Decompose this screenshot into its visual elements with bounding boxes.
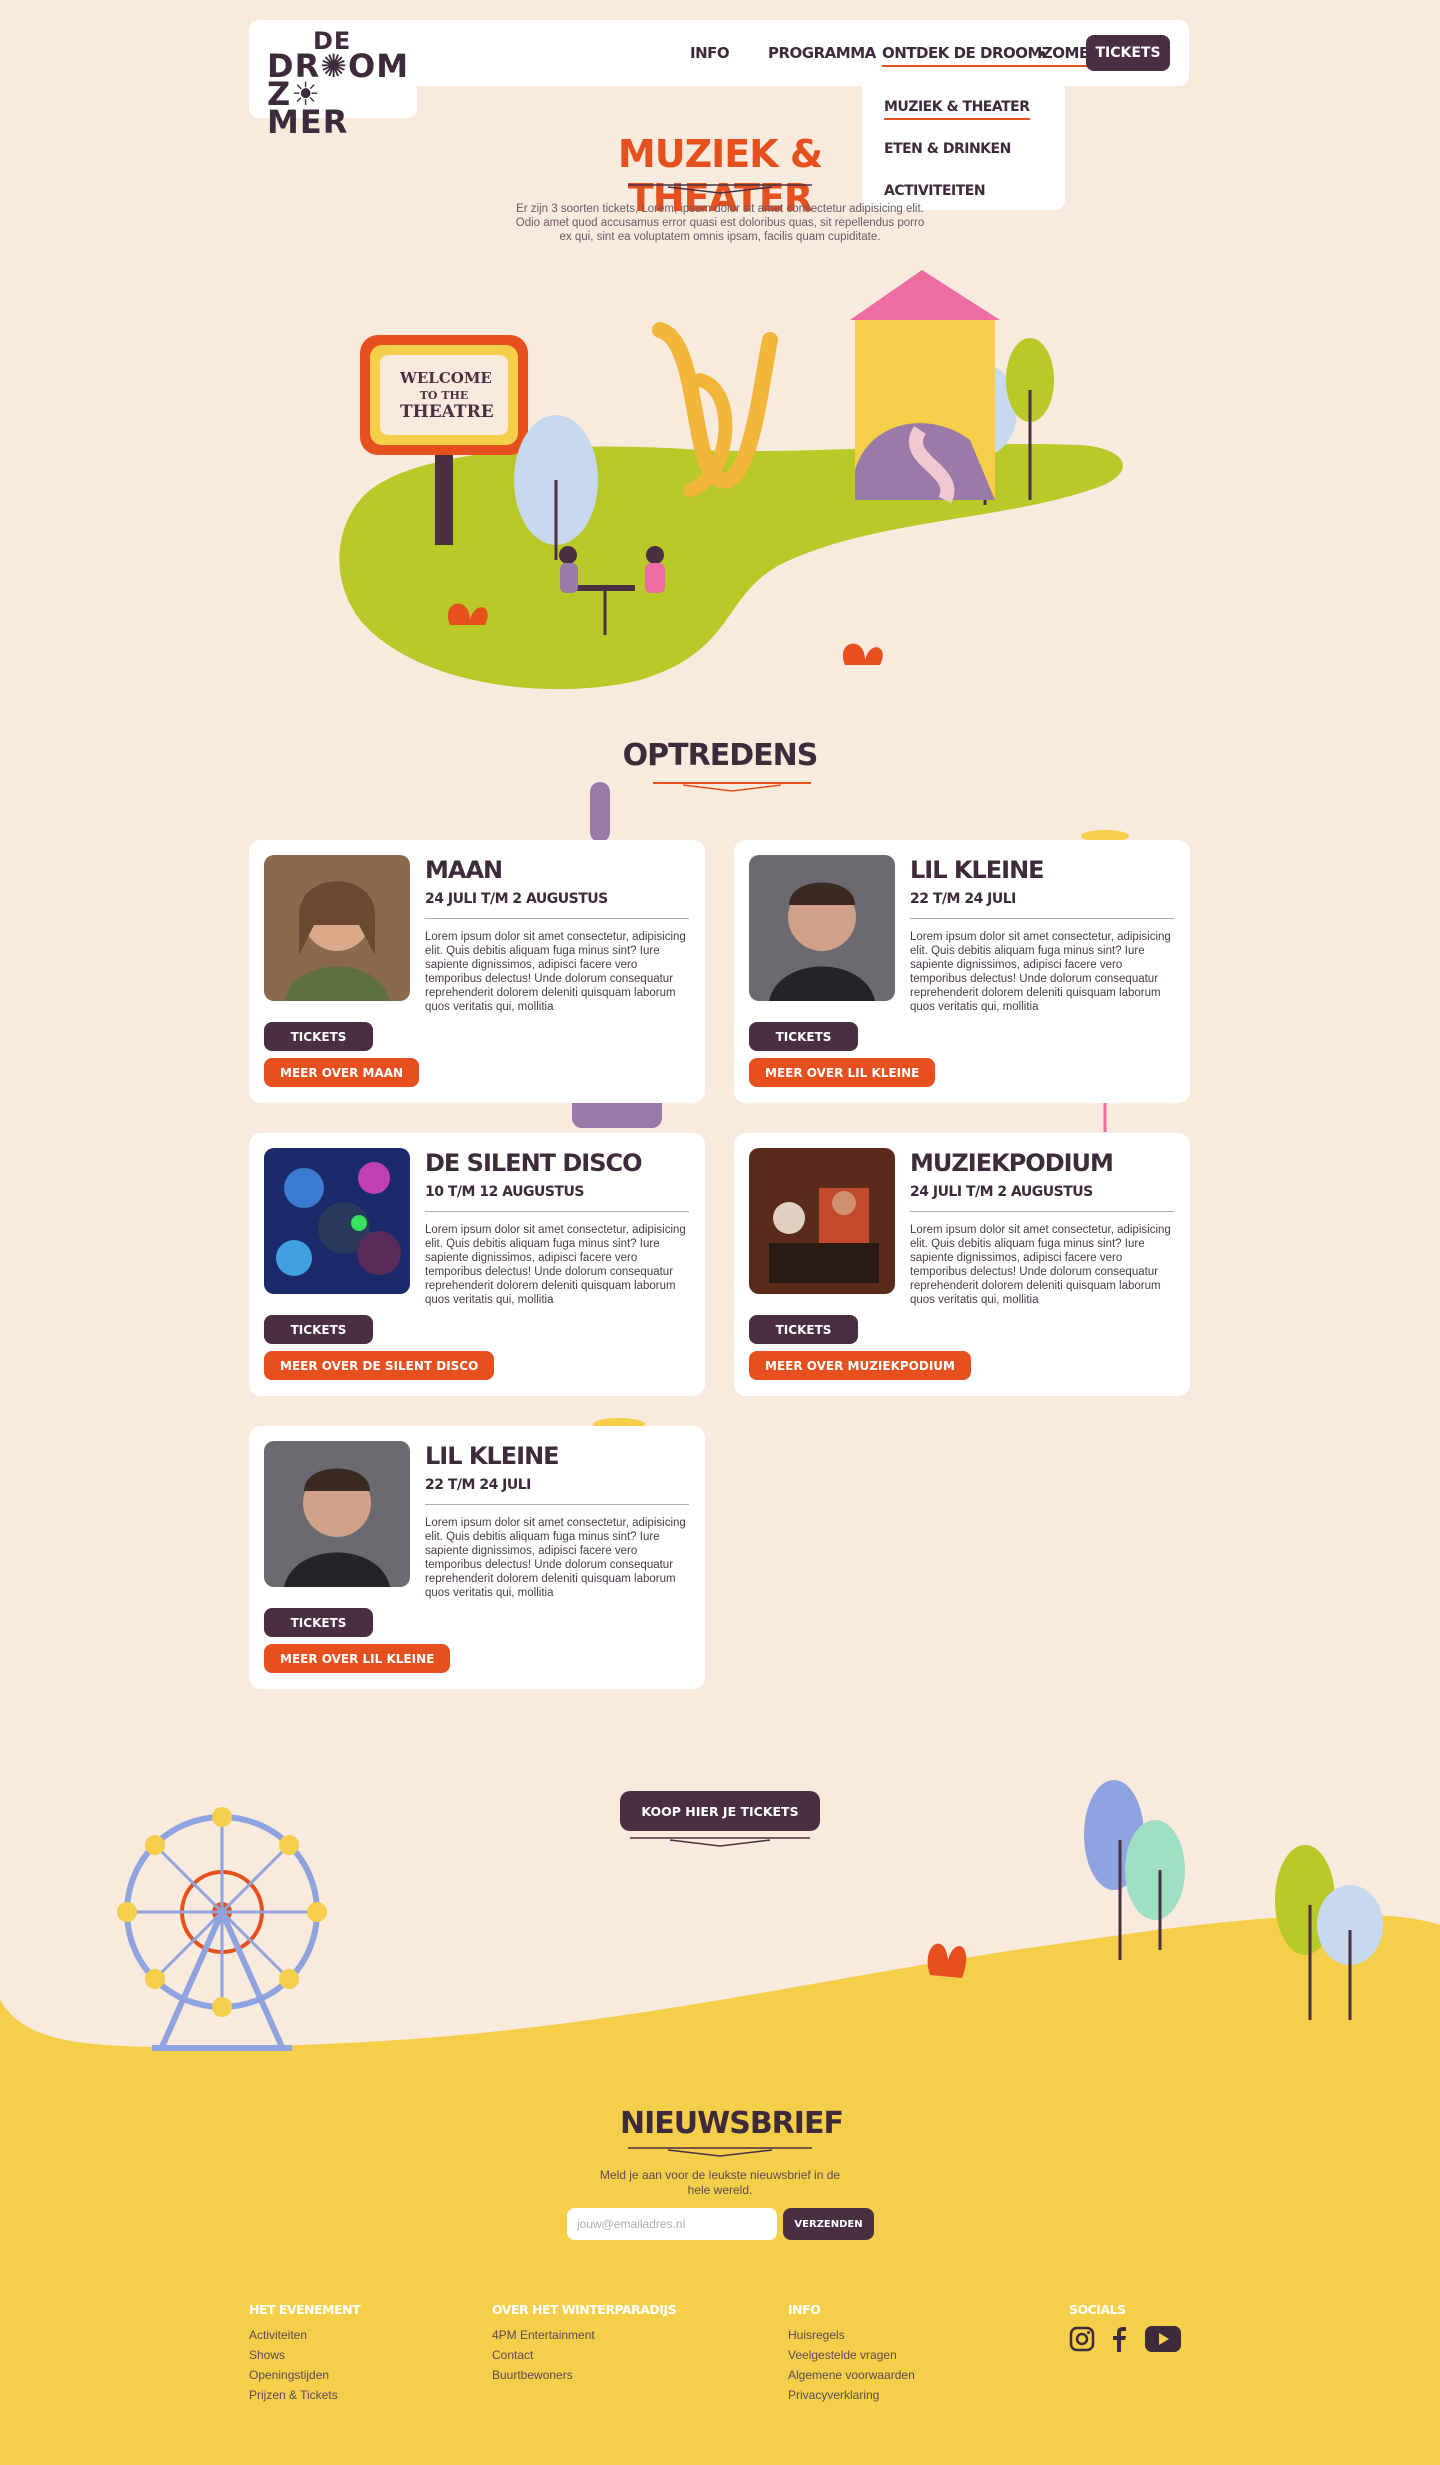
footer-heading: INFO — [788, 2302, 821, 2317]
sign-line: THEATRE — [400, 402, 494, 422]
act-date: 22 T/M 24 JULI — [425, 1477, 531, 1493]
act-date: 24 JULI T/M 2 AUGUSTUS — [425, 891, 608, 907]
act-name: LIL KLEINE — [910, 856, 1045, 884]
sign-line: WELCOME — [400, 369, 492, 387]
section-underline — [653, 782, 811, 792]
footer-heading: HET EVENEMENT — [249, 2302, 361, 2317]
dropdown-item-label: ACTIVITEITEN — [884, 183, 986, 199]
ferris-wheel — [117, 1807, 327, 2051]
more-info-button[interactable]: MEER OVER LIL KLEINE — [749, 1058, 936, 1087]
tickets-button[interactable]: TICKETS — [264, 1608, 373, 1637]
footer-link[interactable]: Veelgestelde vragen — [788, 2345, 915, 2365]
tickets-button[interactable]: TICKETS — [264, 1022, 373, 1051]
nav-dot — [1040, 51, 1045, 56]
divider — [425, 1504, 689, 1505]
tickets-button[interactable]: TICKETS — [1086, 35, 1170, 71]
act-card: MUZIEKPODIUM 24 JULI T/M 2 AUGUSTUS Lore… — [734, 1133, 1190, 1396]
buy-tickets-button[interactable]: KOOP HIER JE TICKETS — [620, 1791, 820, 1831]
nav-info[interactable]: INFO — [690, 44, 730, 62]
act-card: LIL KLEINE 22 T/M 24 JULI Lorem ipsum do… — [734, 840, 1190, 1103]
act-name: MUZIEKPODIUM — [910, 1149, 1114, 1177]
newsletter-text: Meld je aan voor de leukste nieuwsbrief … — [599, 2168, 841, 2197]
act-photo — [264, 855, 410, 1001]
footer-column-socials: SOCIALS — [1069, 2302, 1181, 2353]
section-title-optredens: OPTREDENS — [622, 738, 819, 773]
footer-column-info: INFO Huisregels Veelgestelde vragen Alge… — [788, 2302, 915, 2405]
footer-link[interactable]: Prijzen & Tickets — [249, 2385, 360, 2405]
divider — [910, 1211, 1174, 1212]
act-description: Lorem ipsum dolor sit amet consectetur, … — [910, 931, 1171, 1013]
act-photo — [749, 855, 895, 1001]
page-scenery — [0, 270, 1440, 2465]
nav-ontdek-de-droomzomer[interactable]: ONTDEK DE DROOMZOMER — [882, 44, 1100, 67]
tickets-button[interactable]: TICKETS — [749, 1315, 858, 1344]
nav-dropdown: MUZIEK & THEATER ETEN & DRINKEN ACTIVITE… — [862, 86, 1065, 210]
more-info-button[interactable]: MEER OVER LIL KLEINE — [264, 1644, 451, 1673]
divider — [910, 918, 1174, 919]
act-card: DE SILENT DISCO 10 T/M 12 AUGUSTUS Lorem… — [249, 1133, 705, 1396]
title-underline — [628, 184, 812, 194]
dropdown-item-label: ETEN & DRINKEN — [884, 141, 1011, 157]
hero-intro: Er zijn 3 soorten tickets, Lorem, ipsum … — [515, 203, 925, 243]
divider — [425, 918, 689, 919]
act-photo — [264, 1441, 410, 1587]
footer-link[interactable]: Contact — [492, 2345, 676, 2365]
act-name: MAAN — [425, 856, 503, 884]
footer-link[interactable]: Privacyverklaring — [788, 2385, 915, 2405]
footer-link[interactable]: 4PM Entertainment — [492, 2325, 676, 2345]
buy-underline — [630, 1837, 810, 1847]
footer-link[interactable]: Shows — [249, 2345, 360, 2365]
act-card: LIL KLEINE 22 T/M 24 JULI Lorem ipsum do… — [249, 1426, 705, 1689]
act-card: MAAN 24 JULI T/M 2 AUGUSTUS Lorem ipsum … — [249, 840, 705, 1103]
act-description: Lorem ipsum dolor sit amet consectetur, … — [425, 1224, 686, 1306]
footer-heading: SOCIALS — [1069, 2302, 1126, 2317]
logo[interactable]: DE DR✺OM Z☀MER — [249, 20, 417, 138]
act-date: 10 T/M 12 AUGUSTUS — [425, 1184, 584, 1200]
footer-link[interactable]: Huisregels — [788, 2325, 915, 2345]
act-date: 22 T/M 24 JULI — [910, 891, 1016, 907]
send-button[interactable]: VERZENDEN — [783, 2208, 874, 2240]
act-date: 24 JULI T/M 2 AUGUSTUS — [910, 1184, 1093, 1200]
more-info-button[interactable]: MEER OVER MAAN — [264, 1058, 420, 1087]
welcome-sign-text: WELCOME TO THE THEATRE — [400, 369, 494, 422]
footer-link[interactable]: Activiteiten — [249, 2325, 360, 2345]
more-info-button[interactable]: MEER OVER MUZIEKPODIUM — [749, 1351, 971, 1380]
act-photo — [264, 1148, 410, 1294]
social-icons — [1069, 2325, 1181, 2353]
youtube-icon[interactable] — [1145, 2326, 1181, 2352]
act-photo — [749, 1148, 895, 1294]
newsletter-underline — [628, 2147, 812, 2157]
newsletter-title: NIEUWSBRIEF — [620, 2106, 844, 2141]
logo-line: Z☀MER — [267, 75, 349, 141]
footer-link[interactable]: Algemene voorwaarden — [788, 2365, 915, 2385]
act-name: LIL KLEINE — [425, 1442, 560, 1470]
footer-link[interactable]: Buurtbewoners — [492, 2365, 676, 2385]
dropdown-item-muziek-theater[interactable]: MUZIEK & THEATER — [884, 92, 1043, 134]
dropdown-item-eten-drinken[interactable]: ETEN & DRINKEN — [884, 134, 1043, 176]
tickets-button[interactable]: TICKETS — [264, 1315, 373, 1344]
facebook-icon[interactable] — [1111, 2325, 1129, 2353]
footer-heading: OVER HET WINTERPARADIJS — [492, 2302, 677, 2317]
footer-column-evenement: HET EVENEMENT Activiteiten Shows Opening… — [249, 2302, 361, 2405]
email-field[interactable] — [567, 2208, 777, 2240]
dropdown-item-label: MUZIEK & THEATER — [884, 99, 1030, 120]
act-name: DE SILENT DISCO — [425, 1149, 643, 1177]
footer-link[interactable]: Openingstijden — [249, 2365, 360, 2385]
footer-column-winterparadijs: OVER HET WINTERPARADIJS 4PM Entertainmen… — [492, 2302, 677, 2385]
circus-tent — [850, 270, 1000, 504]
instagram-icon[interactable] — [1069, 2326, 1095, 2352]
act-description: Lorem ipsum dolor sit amet consectetur, … — [425, 931, 686, 1013]
more-info-button[interactable]: MEER OVER DE SILENT DISCO — [264, 1351, 495, 1380]
act-description: Lorem ipsum dolor sit amet consectetur, … — [425, 1517, 686, 1599]
divider — [425, 1211, 689, 1212]
nav-programma[interactable]: PROGRAMMA — [768, 44, 876, 62]
act-description: Lorem ipsum dolor sit amet consectetur, … — [910, 1224, 1171, 1306]
tickets-button[interactable]: TICKETS — [749, 1022, 858, 1051]
